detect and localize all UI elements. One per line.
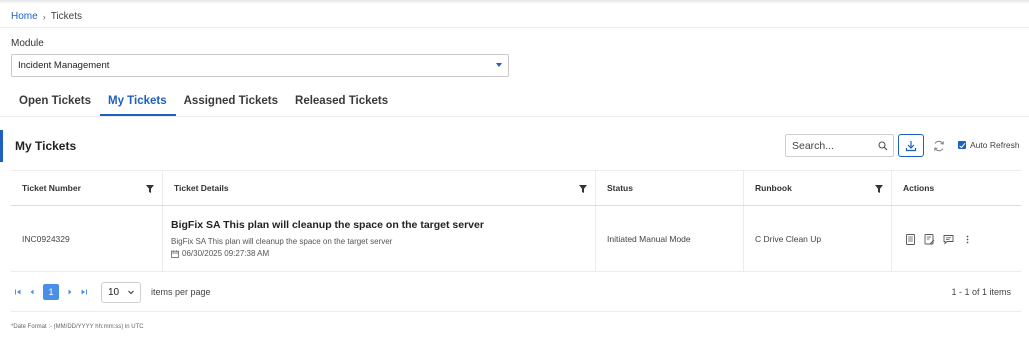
filter-icon[interactable] (146, 185, 154, 193)
next-page-icon (68, 289, 72, 295)
column-header-status: Status (596, 171, 744, 205)
download-icon (905, 140, 917, 151)
next-page-button[interactable] (63, 285, 77, 299)
top-shadow (0, 0, 1029, 4)
auto-refresh-label: Auto Refresh (970, 140, 1020, 150)
filter-icon[interactable] (579, 185, 587, 193)
divider (0, 116, 1029, 117)
page-size-select[interactable]: 10 (101, 281, 141, 303)
column-label: Status (607, 183, 633, 193)
search-icon[interactable] (878, 141, 888, 151)
calendar-icon (171, 249, 179, 258)
row-actions (903, 234, 973, 245)
caret-down-icon (496, 63, 502, 67)
ticket-tabs: Open Tickets My Tickets Assigned Tickets… (11, 90, 397, 116)
breadcrumb-separator: › (42, 11, 46, 22)
search-box (785, 134, 894, 157)
auto-refresh-checkbox[interactable] (958, 141, 966, 149)
breadcrumb-current: Tickets (50, 11, 82, 22)
column-label: Actions (903, 183, 935, 193)
table-header: Ticket Number Ticket Details Status Runb… (11, 170, 1021, 206)
previous-page-icon (30, 289, 34, 295)
chevron-down-icon (128, 290, 134, 294)
search-input[interactable] (792, 139, 874, 152)
last-page-button[interactable] (77, 285, 91, 299)
download-button[interactable] (898, 134, 924, 157)
module-select[interactable]: Incident Management (11, 54, 509, 77)
last-page-icon (81, 289, 87, 295)
divider (0, 27, 1029, 28)
actions-cell (892, 206, 1021, 271)
column-label: Ticket Number (22, 183, 81, 193)
breadcrumb-home-link[interactable]: Home (11, 11, 38, 22)
tab-released-tickets[interactable]: Released Tickets (287, 90, 397, 116)
auto-refresh-toggle[interactable]: Auto Refresh (958, 140, 1020, 150)
view-details-icon[interactable] (905, 234, 916, 245)
tab-my-tickets[interactable]: My Tickets (100, 90, 176, 116)
module-select-value: Incident Management (18, 60, 110, 71)
runbook-cell: C Drive Clean Up (744, 206, 892, 271)
column-label: Ticket Details (174, 183, 229, 193)
ticket-timestamp-text: 06/30/2025 09:27:38 AM (182, 249, 270, 258)
ticket-title: BigFix SA This plan will cleanup the spa… (171, 219, 484, 231)
date-format-footnote: *Date Format :- (MM/DD/YYYY hh:mm:ss) in… (11, 324, 144, 330)
breadcrumb: Home › Tickets (11, 11, 82, 22)
pagination: 1 10 items per page 1 - 1 of 1 items (11, 280, 1021, 304)
column-label: Runbook (755, 183, 792, 193)
first-page-icon (15, 289, 21, 295)
previous-page-button[interactable] (25, 285, 39, 299)
first-page-button[interactable] (11, 285, 25, 299)
column-header-actions: Actions (892, 171, 1021, 205)
more-options-icon[interactable] (962, 234, 973, 245)
section-title: My Tickets (15, 139, 77, 153)
status-cell: Initiated Manual Mode (596, 206, 744, 271)
ticket-number-cell: INC0924329 (11, 206, 163, 271)
column-header-ticket-number: Ticket Number (11, 171, 163, 205)
tab-assigned-tickets[interactable]: Assigned Tickets (176, 90, 287, 116)
page-number-button[interactable]: 1 (43, 284, 59, 300)
notes-icon[interactable] (924, 234, 935, 245)
page-size-value: 10 (108, 286, 120, 298)
refresh-icon[interactable] (932, 139, 946, 153)
tab-open-tickets[interactable]: Open Tickets (11, 90, 100, 116)
pagination-range: 1 - 1 of 1 items (951, 287, 1011, 297)
comment-icon[interactable] (943, 234, 954, 245)
items-per-page-label: items per page (151, 287, 211, 297)
column-header-runbook: Runbook (744, 171, 892, 205)
ticket-details-cell: BigFix SA This plan will cleanup the spa… (163, 206, 596, 271)
ticket-description: BigFix SA This plan will cleanup the spa… (171, 237, 393, 246)
tickets-table: Ticket Number Ticket Details Status Runb… (11, 170, 1021, 272)
ticket-timestamp: 06/30/2025 09:27:38 AM (171, 249, 269, 258)
divider (11, 311, 1021, 312)
section-accent-bar (0, 130, 3, 162)
module-label: Module (11, 38, 44, 49)
table-row[interactable]: INC0924329 BigFix SA This plan will clea… (11, 206, 1021, 272)
column-header-ticket-details: Ticket Details (163, 171, 596, 205)
filter-icon[interactable] (875, 185, 883, 193)
